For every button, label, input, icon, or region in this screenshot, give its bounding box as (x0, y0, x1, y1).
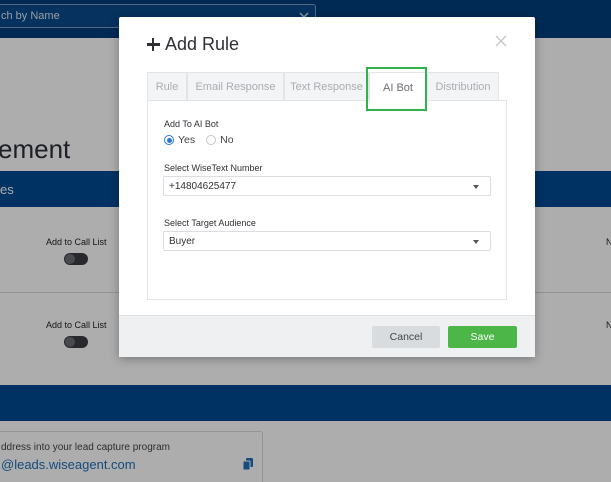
caret-down-icon (473, 185, 479, 189)
radio-yes[interactable] (164, 135, 174, 145)
close-icon[interactable] (494, 34, 508, 48)
dialog-title-text: Add Rule (165, 34, 240, 54)
tab-rule[interactable]: Rule (147, 72, 187, 100)
dialog-title: Add Rule (147, 34, 239, 55)
add-to-ai-bot-radio-group: Yes No (164, 134, 245, 146)
radio-yes-label[interactable]: Yes (178, 134, 195, 146)
radio-no-label[interactable]: No (220, 134, 233, 146)
tab-distribution[interactable]: Distribution (427, 72, 499, 100)
radio-no[interactable] (206, 135, 217, 145)
add-to-ai-bot-label: Add To AI Bot (164, 119, 219, 129)
save-button[interactable]: Save (448, 326, 517, 348)
add-rule-dialog: Add Rule Rule Email Response Text Respon… (119, 17, 535, 357)
wisetext-number-value: +14804625477 (169, 181, 237, 192)
tab-email-response[interactable]: Email Response (187, 72, 284, 100)
wisetext-number-label: Select WiseText Number (164, 163, 263, 173)
rule-tabs: Rule Email Response Text Response AI Bot… (147, 72, 499, 102)
plus-icon (147, 38, 160, 51)
cancel-button[interactable]: Cancel (372, 326, 440, 348)
tab-ai-bot[interactable]: AI Bot (369, 72, 427, 102)
tab-text-response[interactable]: Text Response (284, 72, 369, 100)
ai-bot-panel: Add To AI Bot Yes No Select WiseText Num… (147, 100, 507, 300)
wisetext-number-select[interactable]: +14804625477 (163, 176, 491, 196)
dialog-footer: Cancel Save (119, 315, 535, 357)
target-audience-value: Buyer (169, 236, 196, 247)
target-audience-label: Select Target Audience (164, 218, 256, 228)
target-audience-select[interactable]: Buyer (163, 231, 491, 251)
caret-down-icon (473, 240, 479, 244)
